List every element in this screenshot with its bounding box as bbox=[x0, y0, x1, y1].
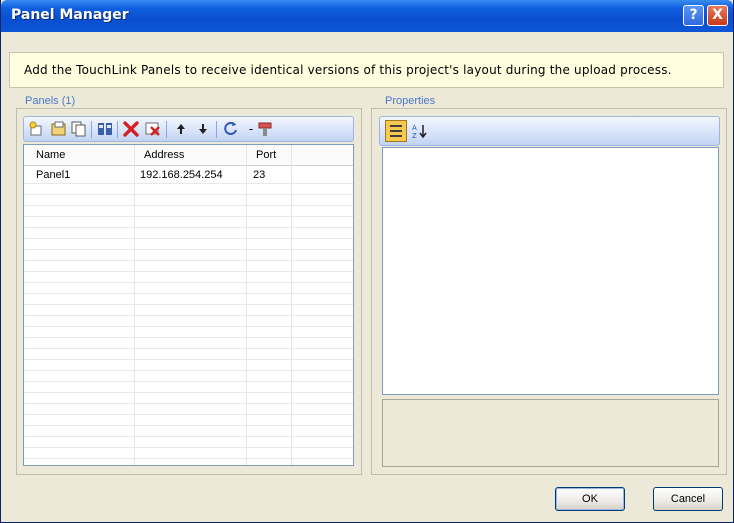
panels-list[interactable]: Name Address Port Panel1 192.168.254.254… bbox=[23, 144, 354, 466]
add-panel-icon[interactable] bbox=[28, 120, 46, 138]
column-header-address[interactable]: Address bbox=[144, 149, 184, 161]
row-divider bbox=[24, 359, 353, 360]
row-divider bbox=[24, 381, 353, 382]
help-button[interactable]: ? bbox=[683, 5, 704, 26]
column-header-name[interactable]: Name bbox=[36, 149, 65, 161]
properties-group-label: Properties bbox=[385, 95, 436, 107]
close-icon: X bbox=[712, 7, 723, 23]
panels-toolbar: - bbox=[23, 116, 354, 142]
row-divider bbox=[24, 425, 353, 426]
delete-icon[interactable] bbox=[122, 120, 140, 138]
row-divider bbox=[24, 249, 353, 250]
categorized-icon[interactable] bbox=[385, 120, 407, 142]
info-banner-text: Add the TouchLink Panels to receive iden… bbox=[24, 63, 672, 77]
panel-name-cell: Panel1 bbox=[36, 169, 71, 181]
row-divider bbox=[24, 315, 353, 316]
row-divider bbox=[24, 447, 353, 448]
title-bar[interactable]: Panel Manager ? X bbox=[1, 0, 733, 32]
move-down-icon[interactable] bbox=[194, 120, 212, 138]
row-divider bbox=[24, 348, 353, 349]
property-grid[interactable] bbox=[382, 147, 719, 395]
toolbar-separator bbox=[166, 121, 167, 138]
row-divider bbox=[24, 326, 353, 327]
row-divider bbox=[24, 271, 353, 272]
panel-address-cell: 192.168.254.254 bbox=[140, 169, 223, 181]
row-divider bbox=[24, 227, 353, 228]
panel-port-cell: 23 bbox=[253, 169, 266, 181]
property-description-pane bbox=[382, 399, 719, 467]
row-divider bbox=[24, 403, 353, 404]
row-divider bbox=[24, 238, 353, 239]
cancel-button[interactable]: Cancel bbox=[653, 487, 723, 511]
toolbar-separator bbox=[117, 121, 118, 138]
row-divider bbox=[24, 216, 353, 217]
copy-panel-icon[interactable] bbox=[70, 120, 88, 138]
svg-text:A: A bbox=[412, 124, 417, 132]
window-title: Panel Manager bbox=[11, 7, 129, 23]
row-divider bbox=[24, 260, 353, 261]
row-divider bbox=[24, 304, 353, 305]
tools-dropdown-icon[interactable] bbox=[256, 120, 274, 138]
properties-toolbar: AZ bbox=[379, 116, 720, 146]
row-divider bbox=[24, 205, 353, 206]
row-divider bbox=[24, 293, 353, 294]
row-divider bbox=[24, 194, 353, 195]
panel-manager-dialog: Panel Manager ? X Add the TouchLink Pane… bbox=[0, 0, 734, 523]
row-divider bbox=[24, 337, 353, 338]
panels-group-label: Panels (1) bbox=[25, 95, 76, 107]
row-divider bbox=[24, 183, 353, 184]
refresh-icon[interactable] bbox=[222, 120, 240, 138]
remove-all-icon[interactable] bbox=[144, 120, 162, 138]
help-icon: ? bbox=[689, 7, 698, 23]
close-button[interactable]: X bbox=[707, 5, 728, 26]
toolbar-separator bbox=[216, 121, 217, 138]
sort-alphabetical-icon[interactable]: AZ bbox=[411, 122, 429, 140]
row-divider bbox=[24, 414, 353, 415]
toolbar-separator bbox=[91, 121, 92, 138]
discover-panels-icon[interactable] bbox=[96, 120, 114, 138]
row-divider bbox=[24, 282, 353, 283]
import-panel-icon[interactable] bbox=[50, 120, 68, 138]
row-divider bbox=[24, 458, 353, 459]
info-banner: Add the TouchLink Panels to receive iden… bbox=[9, 52, 724, 88]
row-divider bbox=[24, 436, 353, 437]
move-up-icon[interactable] bbox=[172, 120, 190, 138]
ok-button[interactable]: OK bbox=[555, 487, 625, 511]
column-header-port[interactable]: Port bbox=[256, 149, 276, 161]
panels-list-header: Name Address Port bbox=[24, 145, 353, 166]
row-divider bbox=[24, 370, 353, 371]
svg-text:Z: Z bbox=[412, 132, 417, 140]
row-divider bbox=[24, 392, 353, 393]
